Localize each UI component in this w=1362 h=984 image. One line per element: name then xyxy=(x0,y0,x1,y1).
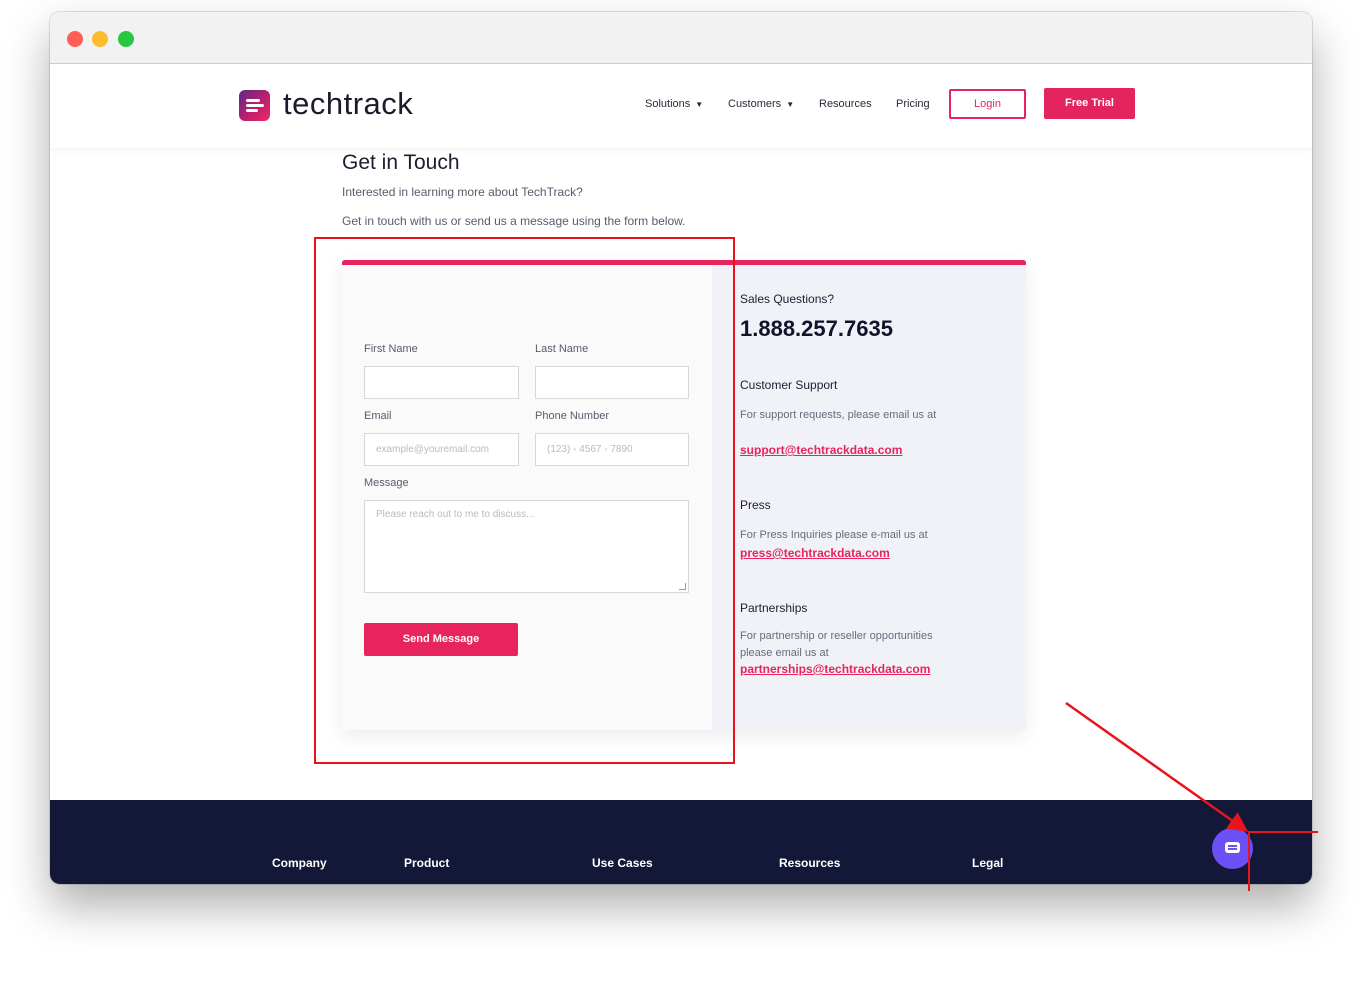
annotation-arrow xyxy=(1065,701,1249,832)
